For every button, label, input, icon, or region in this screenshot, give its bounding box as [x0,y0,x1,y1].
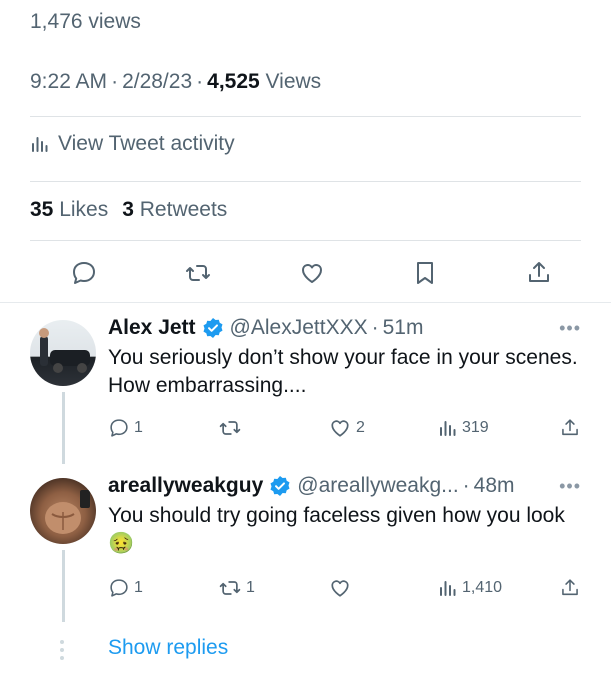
divider [30,116,581,117]
tweet-views-label: Views [265,70,322,93]
author-name[interactable]: Alex Jett [108,316,196,340]
retweets-number: 3 [122,198,134,221]
like-icon[interactable] [298,259,326,287]
tweet-time[interactable]: 9:22 AM [30,70,107,93]
analytics-icon [30,134,50,154]
retweets-stat[interactable]: 3 Retweets [122,198,227,222]
retweet-button[interactable]: 1 [218,576,255,600]
avatar[interactable] [30,478,96,544]
share-icon [559,417,581,439]
divider [30,240,581,241]
analytics-icon [438,418,458,438]
retweet-count: 1 [246,579,255,596]
like-button[interactable]: 2 [328,416,365,440]
bookmark-icon[interactable] [411,259,439,287]
like-icon [328,576,352,600]
share-icon[interactable] [525,259,553,287]
like-icon [328,416,352,440]
view-tweet-activity-label: View Tweet activity [58,132,235,155]
share-button[interactable] [559,577,581,599]
reply-1: Alex Jett @AlexJettXXX · 51m ••• You ser… [108,316,581,442]
reply-icon [108,417,130,439]
avatar[interactable] [30,320,96,386]
tweet-timestamp-row: 9:22 AM · 2/28/23 · 4,525 Views [30,70,322,93]
reply-text: You should try going faceless given how … [108,504,565,527]
reply-count: 1 [134,419,143,436]
reply-header: areallyweakguy @areallyweakg... · 48m [108,474,581,498]
share-button[interactable] [559,417,581,439]
thread-line [62,550,65,622]
divider [0,302,611,303]
reply-icon [108,577,130,599]
retweets-label: Retweets [139,198,228,221]
more-options-icon[interactable]: ••• [559,476,581,497]
reply-action-bar: 1 1 1,410 [108,574,581,602]
retweet-button[interactable] [218,416,246,440]
reply-text-container: You should try going faceless given how … [108,502,581,558]
tweet-date[interactable]: 2/28/23 [122,70,192,93]
retweet-icon [218,416,242,440]
thread-continuation-dots [60,640,64,660]
view-count: 1,410 [462,579,503,596]
reply-button[interactable]: 1 [108,417,143,439]
view-tweet-activity-link[interactable]: View Tweet activity [30,132,235,156]
separator-dot: · [462,474,470,497]
author-handle[interactable]: @AlexJettXXX [230,316,368,340]
reply-button[interactable]: 1 [108,577,143,599]
likes-number: 35 [30,198,54,221]
reply-time[interactable]: 48m [474,474,515,498]
reply-text: You seriously don’t show your face in yo… [108,346,578,397]
reply-time[interactable]: 51m [383,316,424,340]
tweet-action-bar [30,253,581,293]
nauseated-face-emoji: 🤢 [108,532,135,555]
retweet-icon [218,576,242,600]
separator-dot: · [371,316,379,339]
analytics-icon [438,578,458,598]
thread-line [62,392,65,464]
reply-action-bar: 1 2 319 [108,414,581,442]
like-count: 2 [356,419,365,436]
retweet-icon[interactable] [184,259,212,287]
divider [30,181,581,182]
share-icon [559,577,581,599]
likes-stat[interactable]: 35 Likes [30,198,108,222]
author-name[interactable]: areallyweakguy [108,474,263,498]
view-count: 319 [462,419,489,436]
verified-badge-icon [202,317,224,339]
reply-icon[interactable] [70,259,98,287]
tweet-views-count: 1,476 views [30,10,141,33]
tweet-engagement-stats: 35 Likes 3 Retweets [30,198,227,222]
author-handle[interactable]: @areallyweakg... [297,474,458,498]
reply-count: 1 [134,579,143,596]
reply-2: areallyweakguy @areallyweakg... · 48m ••… [108,474,581,602]
show-replies-link[interactable]: Show replies [108,636,228,660]
views-button[interactable]: 1,410 [438,578,502,598]
tweet-views-number: 4,525 [207,70,260,93]
more-options-icon[interactable]: ••• [559,318,581,339]
likes-label: Likes [59,198,109,221]
reply-header: Alex Jett @AlexJettXXX · 51m [108,316,581,340]
verified-badge-icon [269,475,291,497]
views-button[interactable]: 319 [438,418,489,438]
like-button[interactable] [328,576,356,600]
